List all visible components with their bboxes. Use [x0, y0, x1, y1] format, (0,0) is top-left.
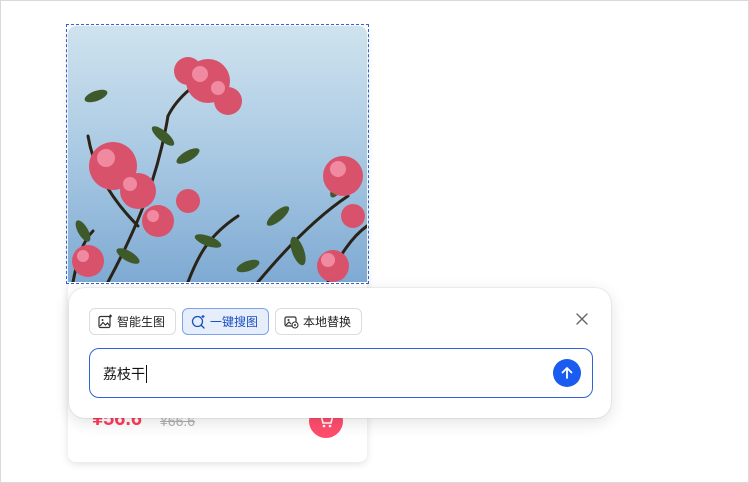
close-icon [576, 313, 588, 325]
ai-image-panel: 智能生图 一键搜图 本地替换 荔枝干 [69, 288, 611, 418]
image-ai-icon [98, 314, 112, 329]
search-input-value: 荔枝干 [103, 364, 147, 384]
arrow-up-icon [561, 367, 573, 379]
tab-label: 本地替换 [303, 315, 352, 329]
tab-one-click-search[interactable]: 一键搜图 [182, 308, 270, 335]
tab-smart-generate[interactable]: 智能生图 [89, 308, 177, 335]
ai-tabs: 智能生图 一键搜图 本地替换 [89, 308, 363, 335]
search-ai-icon [191, 315, 205, 329]
search-input-text: 荔枝干 [103, 367, 145, 383]
text-caret [146, 365, 147, 383]
close-button[interactable] [573, 310, 591, 328]
image-replace-icon [284, 316, 299, 329]
tab-label: 智能生图 [117, 315, 166, 329]
tab-label: 一键搜图 [210, 315, 259, 329]
search-input[interactable]: 荔枝干 [89, 348, 593, 398]
product-image[interactable] [68, 26, 367, 282]
send-button[interactable] [553, 359, 581, 387]
tab-local-replace[interactable]: 本地替换 [275, 308, 363, 335]
